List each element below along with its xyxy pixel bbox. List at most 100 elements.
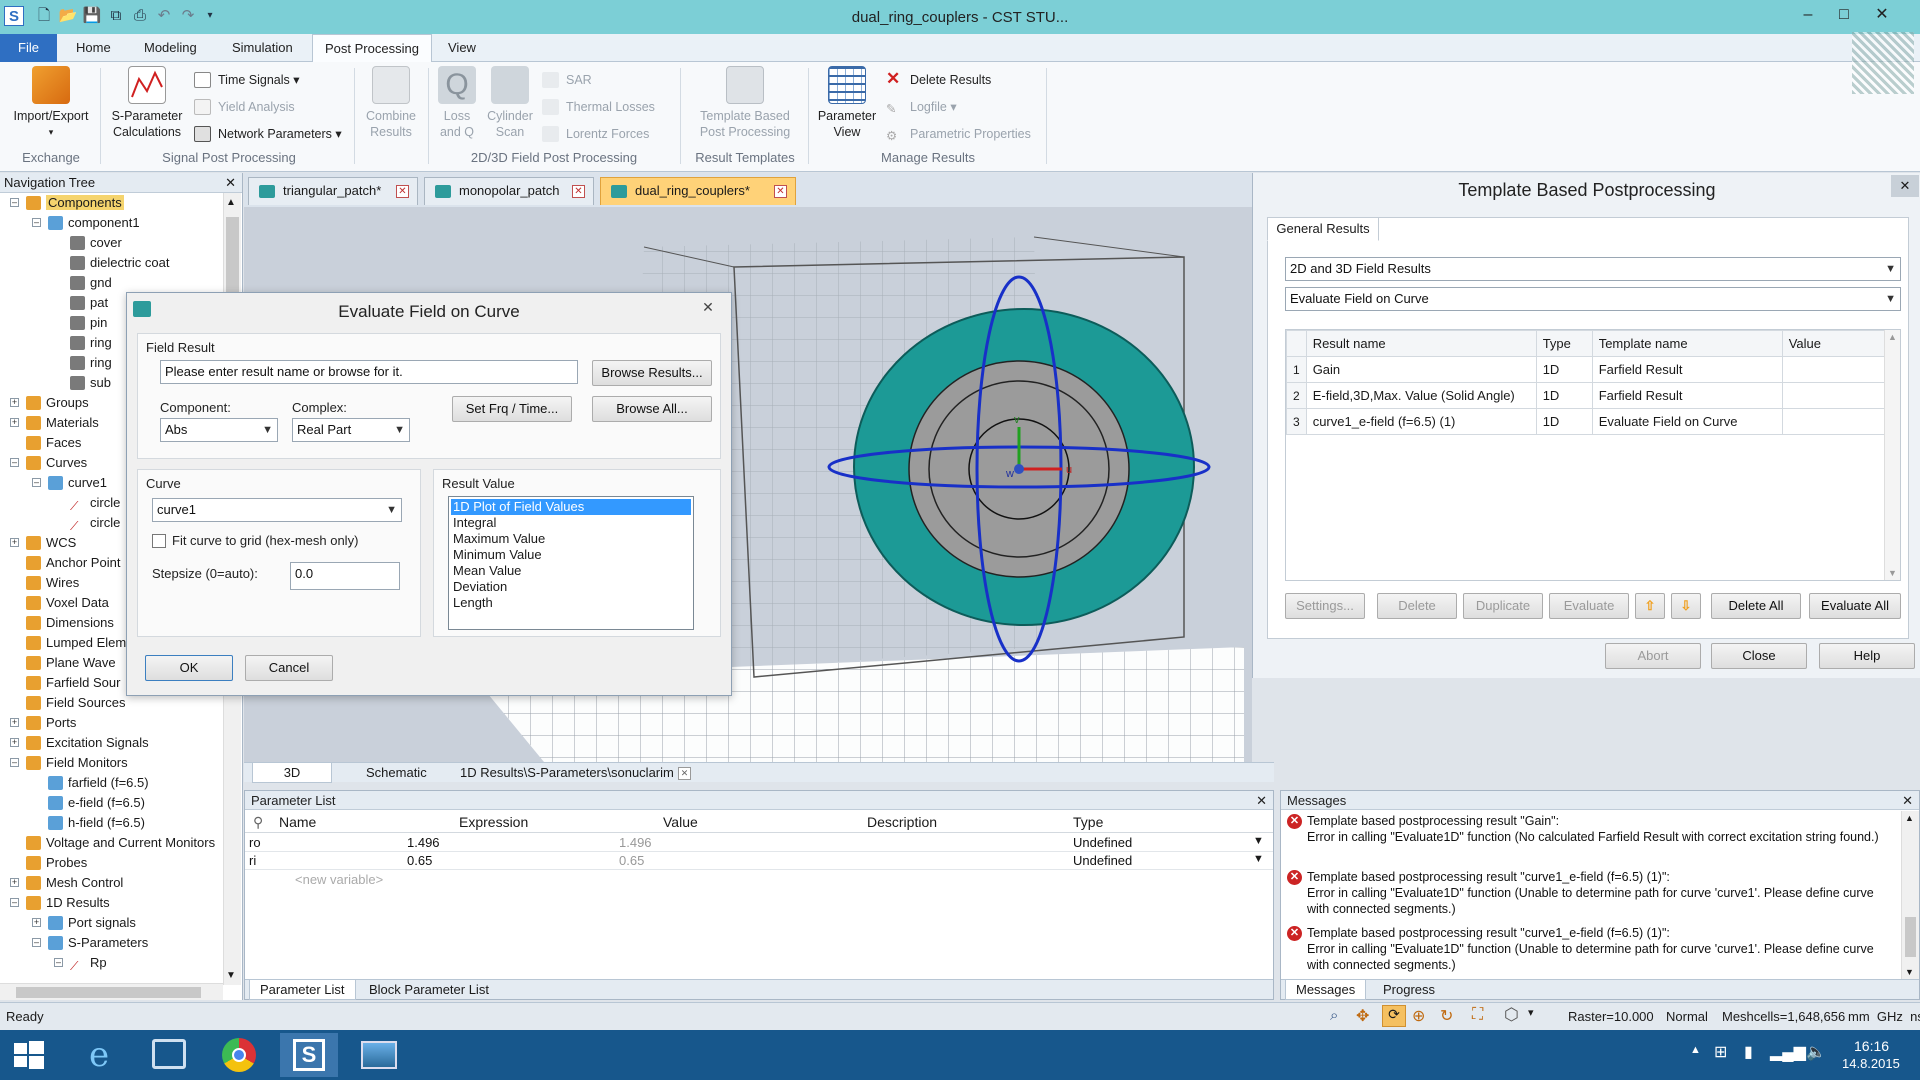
tree-expand-icon[interactable]: +: [10, 398, 19, 407]
tree-expand-icon[interactable]: +: [10, 878, 19, 887]
windows-start-icon[interactable]: [0, 1033, 58, 1077]
tree-expand-icon[interactable]: –: [32, 218, 41, 227]
doc-tab-triangular-patch[interactable]: triangular_patch* ✕: [248, 177, 418, 205]
cell-type[interactable]: 1D: [1535, 382, 1593, 409]
move-down-arrow-icon[interactable]: ⇩: [1671, 593, 1701, 619]
fit-curve-checkbox[interactable]: [152, 534, 166, 548]
browse-all-button[interactable]: Browse All...: [592, 396, 712, 422]
cell-name[interactable]: Gain: [1305, 356, 1537, 383]
tab-simulation[interactable]: Simulation: [220, 34, 305, 62]
clock-time[interactable]: 16:16: [1854, 1038, 1889, 1054]
fit-view-icon[interactable]: ⛶: [1472, 1006, 1483, 1024]
help-button[interactable]: Help: [1819, 643, 1915, 669]
result-option[interactable]: Deviation: [451, 579, 691, 595]
tab-post-processing[interactable]: Post Processing: [312, 34, 432, 63]
result-option[interactable]: Maximum Value: [451, 531, 691, 547]
abort-button[interactable]: Abort: [1605, 643, 1701, 669]
tree-item[interactable]: + WCS: [10, 533, 76, 553]
evaluate-all-button[interactable]: Evaluate All: [1809, 593, 1901, 619]
chevron-down-icon[interactable]: ▼: [1253, 835, 1264, 847]
tree-item[interactable]: – Curves: [10, 453, 87, 473]
tray-windows-icon[interactable]: ⊞: [1714, 1042, 1727, 1062]
param-cell-type[interactable]: Undefined: [1073, 853, 1132, 868]
message-item[interactable]: ✕ Template based postprocessing result "G…: [1287, 813, 1897, 845]
tree-item[interactable]: ring: [70, 333, 112, 353]
param-row[interactable]: ro 1.496 1.496 Undefined ▼: [245, 834, 1273, 852]
param-cell-name[interactable]: ro: [249, 835, 261, 850]
cancel-button[interactable]: Cancel: [245, 655, 333, 681]
param-col-type[interactable]: Type: [1073, 814, 1103, 830]
tab-block-parameter-list[interactable]: Block Parameter List: [359, 980, 499, 1000]
col-result-name[interactable]: Result name: [1305, 330, 1537, 357]
filter-icon[interactable]: ⚲: [253, 814, 263, 831]
template-close-button[interactable]: Close: [1711, 643, 1807, 669]
result-option[interactable]: Length: [451, 595, 691, 611]
tree-expand-icon[interactable]: –: [10, 758, 19, 767]
tree-expand-icon[interactable]: –: [32, 478, 41, 487]
evaluate-button[interactable]: Evaluate: [1549, 593, 1629, 619]
duplicate-button[interactable]: Duplicate: [1463, 593, 1543, 619]
col-template-name[interactable]: Template name: [1591, 330, 1783, 357]
tree-item[interactable]: + Excitation Signals: [10, 733, 149, 753]
cell-name[interactable]: E-field,3D,Max. Value (Solid Angle): [1305, 382, 1537, 409]
tree-item[interactable]: Lumped Elem: [26, 633, 126, 653]
template-panel-close-button[interactable]: ✕: [1891, 175, 1919, 197]
cell-template[interactable]: Evaluate Field on Curve: [1591, 408, 1783, 435]
delete-button[interactable]: Delete: [1377, 593, 1457, 619]
view-dropdown-icon[interactable]: ▾: [1528, 1006, 1534, 1019]
chevron-down-icon[interactable]: ▼: [1253, 853, 1264, 865]
tree-expand-icon[interactable]: +: [10, 538, 19, 547]
template-select[interactable]: Evaluate Field on Curve ▼: [1285, 287, 1901, 311]
view-tab-1d-results[interactable]: 1D Results\S-Parameters\sonuclarim: [450, 763, 684, 783]
view-tab-3d[interactable]: 3D: [252, 763, 332, 783]
table-row[interactable]: 3 curve1_e-field (f=6.5) (1) 1D Evaluate Fi…: [1286, 408, 1887, 435]
minimize-button[interactable]: –: [1790, 2, 1826, 28]
scroll-down-icon[interactable]: ▼: [1905, 967, 1914, 977]
result-option[interactable]: 1D Plot of Field Values: [451, 499, 691, 515]
delete-all-button[interactable]: Delete All: [1711, 593, 1801, 619]
cst-studio-taskbar-icon[interactable]: S: [280, 1033, 338, 1077]
nav-horizontal-scrollbar[interactable]: [0, 983, 223, 1000]
curve-select[interactable]: curve1 ▼: [152, 498, 402, 522]
sparameter-calculations-button[interactable]: S-Parameter Calculations: [104, 66, 190, 140]
tree-item[interactable]: Voxel Data: [26, 593, 109, 613]
view-cube-icon[interactable]: ⬡: [1504, 1005, 1519, 1025]
spin-icon[interactable]: ↻: [1440, 1006, 1453, 1026]
param-col-description[interactable]: Description: [867, 814, 937, 830]
param-col-expression[interactable]: Expression: [459, 814, 528, 830]
cell-template[interactable]: Farfield Result: [1591, 382, 1783, 409]
component-select[interactable]: Abs ▼: [160, 418, 278, 442]
param-cell-expr[interactable]: 0.65: [407, 853, 432, 868]
tree-item[interactable]: + Ports: [10, 713, 76, 733]
tree-item[interactable]: ring: [70, 353, 112, 373]
delete-results-button[interactable]: ✕ Delete Results: [886, 70, 991, 90]
close-tab-icon[interactable]: ✕: [572, 185, 585, 198]
close-window-button[interactable]: ✕: [1862, 2, 1902, 28]
set-frq-time-button[interactable]: Set Frq / Time...: [452, 396, 572, 422]
tree-item[interactable]: dielectric coat: [70, 253, 169, 273]
tree-item[interactable]: Field Sources: [26, 693, 125, 713]
remote-desktop-icon[interactable]: [140, 1033, 198, 1077]
tree-expand-icon[interactable]: +: [10, 718, 19, 727]
scroll-thumb[interactable]: [1905, 917, 1916, 957]
cell-name[interactable]: curve1_e-field (f=6.5) (1): [1305, 408, 1537, 435]
tree-item[interactable]: – curve1: [32, 473, 107, 493]
tree-expand-icon[interactable]: –: [54, 958, 63, 967]
cell-type[interactable]: 1D: [1535, 356, 1593, 383]
new-variable-row[interactable]: <new variable>: [295, 872, 383, 887]
col-type[interactable]: Type: [1535, 330, 1593, 357]
param-cell-name[interactable]: ri: [249, 853, 256, 868]
cell-type[interactable]: 1D: [1535, 408, 1593, 435]
param-col-name[interactable]: Name: [279, 814, 316, 830]
stepsize-input[interactable]: 0.0: [290, 562, 400, 590]
tree-expand-icon[interactable]: –: [10, 898, 19, 907]
parameter-list-close-button[interactable]: ✕: [1256, 791, 1267, 810]
tree-item[interactable]: Dimensions: [26, 613, 114, 633]
time-signals-button[interactable]: Time Signals ▾: [194, 70, 300, 90]
close-tab-icon[interactable]: ✕: [396, 185, 409, 198]
tree-item[interactable]: ⟋ circle: [70, 513, 120, 533]
parameter-view-button[interactable]: Parameter View: [812, 66, 882, 140]
close-tab-icon[interactable]: ✕: [774, 185, 787, 198]
tree-item[interactable]: – ⟋ Rp: [54, 953, 107, 973]
cell-template[interactable]: Farfield Result: [1591, 356, 1783, 383]
